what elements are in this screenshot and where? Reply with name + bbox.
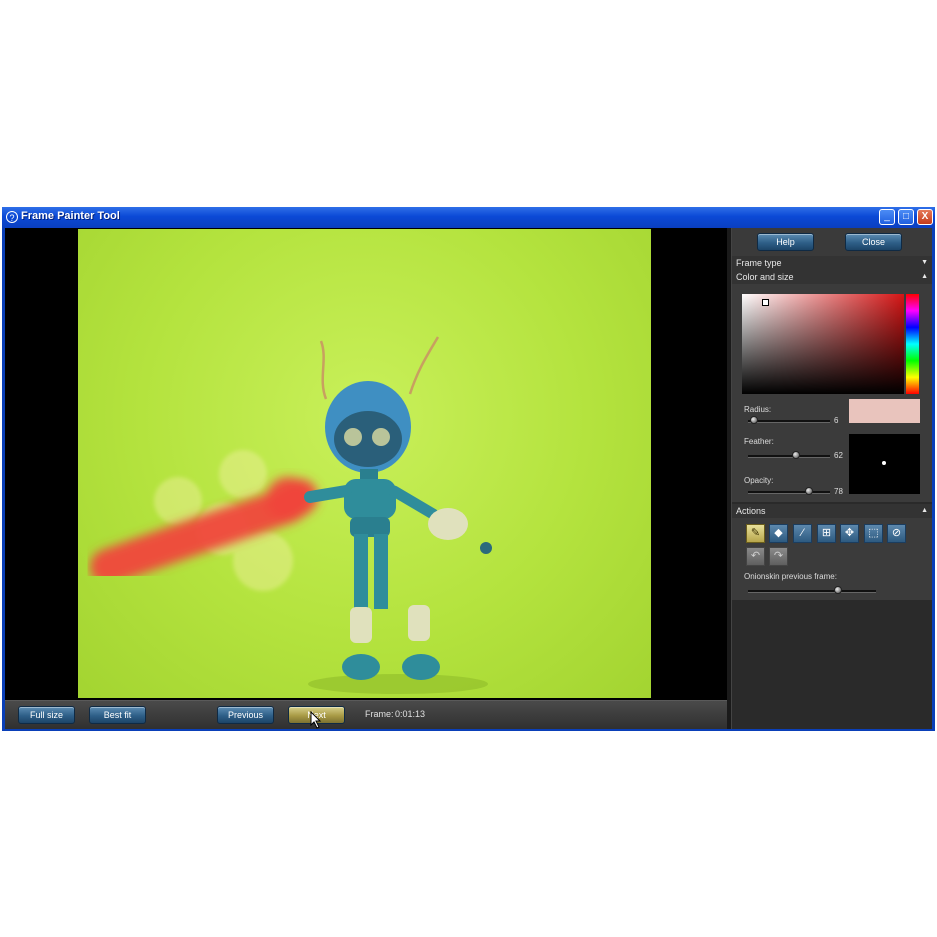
opacity-slider-handle[interactable] [805,487,813,495]
actions-section[interactable]: Actions ▲ [732,504,932,518]
feather-slider-track[interactable] [748,455,830,458]
help-button[interactable]: Help [757,233,814,251]
radius-slider-handle[interactable] [750,416,758,424]
frame-painter-window: ? Frame Painter Tool _ □ X Full size Bes… [2,207,935,731]
window-title: Frame Painter Tool [21,210,120,222]
title-bar[interactable]: ? Frame Painter Tool _ □ X [2,207,935,228]
onionskin-label: Onionskin previous frame: [744,572,837,581]
full-size-button[interactable]: Full size [18,706,75,724]
best-fit-button[interactable]: Best fit [89,706,146,724]
frame-type-section[interactable]: Frame type ▼ [732,256,932,270]
color-picker-cursor[interactable] [762,299,769,306]
radius-value: 6 [834,416,839,425]
chevron-up-icon: ▲ [921,507,928,514]
select-icon[interactable]: ⬚ [864,524,883,543]
opacity-slider-track[interactable] [748,491,830,494]
actions-label: Actions [736,506,766,516]
previous-frame-button[interactable]: Previous [217,706,274,724]
eraser-icon[interactable]: ◆ [769,524,788,543]
eyedropper-icon[interactable]: ⁄ [793,524,812,543]
radius-slider-track[interactable] [748,420,830,423]
frame-label: Frame: [365,709,394,719]
move-icon[interactable]: ✥ [840,524,859,543]
brush-shape-preview [849,434,920,494]
feather-value: 62 [834,451,843,460]
side-panel-header: Help Close [732,228,932,256]
undo-icon[interactable]: ↶ [746,547,765,566]
opacity-label: Opacity: [744,476,774,485]
color-and-size-label: Color and size [736,272,794,282]
client-area: Full size Best fit Previous Next Frame: … [5,228,932,729]
app-logo-icon: ? [6,211,18,223]
color-and-size-section[interactable]: Color and size ▲ [732,270,932,284]
feather-label: Feather: [744,437,774,446]
clear-icon[interactable]: ⊘ [887,524,906,543]
maximize-button[interactable]: □ [898,209,914,225]
chevron-up-icon: ▲ [921,273,928,280]
actions-panel: ✎ ◆ ⁄ ⊞ ✥ ⬚ ⊘ ↶ ↷ Onionskin previous fra… [732,518,932,600]
minimize-button[interactable]: _ [879,209,895,225]
brush-color-preview [849,399,920,423]
frame-timecode: 0:01:13 [395,709,426,719]
onionskin-slider-track[interactable] [748,590,876,593]
brush-dot-icon [882,461,886,465]
import-icon[interactable]: ⊞ [817,524,836,543]
frame-image [90,336,492,694]
frame-canvas[interactable] [78,229,651,698]
color-and-size-panel: Radius: 6 Feather: 62 Opacity: 78 [732,284,932,502]
chevron-down-icon: ▼ [921,259,928,266]
frame-viewport [5,228,727,700]
redo-icon[interactable]: ↷ [769,547,788,566]
close-button[interactable]: Close [845,233,902,251]
color-picker-area[interactable] [742,294,904,394]
opacity-value: 78 [834,487,843,496]
bottom-toolbar: Full size Best fit Previous Next Frame: … [5,700,727,729]
side-panel: Help Close Frame type ▼ Color and size ▲… [731,228,932,729]
close-window-button[interactable]: X [917,209,933,225]
radius-label: Radius: [744,405,772,414]
mouse-cursor-icon [310,711,322,729]
feather-slider-handle[interactable] [792,451,800,459]
hue-slider[interactable] [906,294,919,394]
brush-icon[interactable]: ✎ [746,524,765,543]
onionskin-slider-handle[interactable] [833,586,842,594]
frame-type-label: Frame type [736,258,782,268]
